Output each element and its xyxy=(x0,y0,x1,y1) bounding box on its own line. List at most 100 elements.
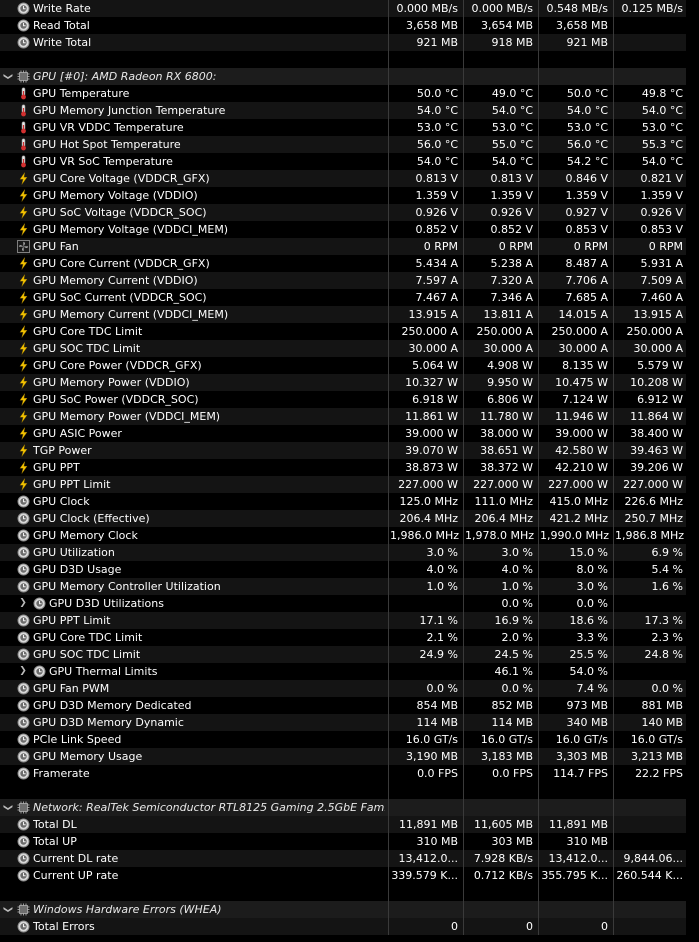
value-current: 854 MB xyxy=(416,699,458,712)
sensor-row[interactable]: ❯ GPU D3D Utilizations 0.0 % 0.0 % xyxy=(0,595,699,612)
sensor-label: GPU Memory Power (VDDCI_MEM) xyxy=(33,410,221,423)
value-maximum: 250.000 A xyxy=(551,325,608,338)
column-divider xyxy=(613,221,614,238)
group-header-network-realtek-semiconductor-[interactable]: ❯ Network: RealTek Semiconductor RTL8125 … xyxy=(0,799,699,816)
sensor-row[interactable]: PCIe Link Speed 16.0 GT/s 16.0 GT/s 16.0 GT… xyxy=(0,731,699,748)
value-minimum: 53.0 °C xyxy=(491,121,533,134)
value-maximum: 18.6 % xyxy=(569,614,608,627)
column-divider xyxy=(613,408,614,425)
value-maximum: 1.359 V xyxy=(565,189,608,202)
chevron-down-icon[interactable]: ❯ xyxy=(0,71,16,83)
sensor-row[interactable]: GPU Core Voltage (VDDCR_GFX) 0.813 V 0.813… xyxy=(0,170,699,187)
column-divider xyxy=(613,68,614,85)
sensor-row[interactable]: GPU Core Power (VDDCR_GFX) 5.064 W 4.908 W… xyxy=(0,357,699,374)
sensor-row[interactable]: GPU D3D Usage 4.0 % 4.0 % 8.0 % 5.4 % xyxy=(0,561,699,578)
sensor-row[interactable]: Write Rate 0.000 MB/s 0.000 MB/s 0.548 MB/s… xyxy=(0,0,699,17)
group-header-gpu-0-amd-radeon-rx-6800[interactable]: ❯ GPU [#0]: AMD Radeon RX 6800: xyxy=(0,68,699,85)
sensor-row[interactable]: GPU ASIC Power 39.000 W 38.000 W 39.000 W 38… xyxy=(0,425,699,442)
sensor-row[interactable]: GPU Memory Power (VDDIO) 10.327 W 9.950 W 1… xyxy=(0,374,699,391)
sensor-row[interactable]: GPU D3D Memory Dynamic 114 MB 114 MB 340 MB… xyxy=(0,714,699,731)
column-divider xyxy=(388,493,389,510)
value-maximum: 56.0 °C xyxy=(566,138,608,151)
sensor-row[interactable]: GPU Hot Spot Temperature 56.0 °C 55.0 °C 56… xyxy=(0,136,699,153)
sensor-row[interactable]: Total Errors 0 0 0 xyxy=(0,918,699,935)
sensor-row[interactable]: GPU Memory Current (VDDIO) 7.597 A 7.320 A… xyxy=(0,272,699,289)
value-current: 3,658 MB xyxy=(405,19,458,32)
sensor-row[interactable]: GPU SoC Current (VDDCR_SOC) 7.467 A 7.346 … xyxy=(0,289,699,306)
sensor-row[interactable]: GPU Memory Current (VDDCI_MEM) 13.915 A 13… xyxy=(0,306,699,323)
sensor-row[interactable]: Read Total 3,658 MB 3,654 MB 3,658 MB xyxy=(0,17,699,34)
sensor-row[interactable]: Current UP rate 339.579 K... 0.712 KB/s 355… xyxy=(0,867,699,884)
group-header-windows-hardware-errors-whea[interactable]: ❯ Windows Hardware Errors (WHEA) xyxy=(0,901,699,918)
column-divider xyxy=(613,748,614,765)
sensor-label: GPU Core TDC Limit xyxy=(33,325,143,338)
sensor-row[interactable]: GPU Memory Voltage (VDDIO) 1.359 V 1.359 V… xyxy=(0,187,699,204)
sensor-row[interactable]: GPU D3D Memory Dedicated 854 MB 852 MB 973 … xyxy=(0,697,699,714)
sensor-label: GPU Memory Current (VDDIO) xyxy=(33,274,198,287)
lightning-icon xyxy=(17,410,30,423)
sensor-row[interactable]: Write Total 921 MB 918 MB 921 MB xyxy=(0,34,699,51)
sensor-row[interactable]: GPU PPT Limit 227.000 W 227.000 W 227.000 W… xyxy=(0,476,699,493)
column-divider xyxy=(463,578,464,595)
sensor-row[interactable]: GPU Fan 0 RPM 0 RPM 0 RPM 0 RPM xyxy=(0,238,699,255)
sensor-row[interactable]: Current DL rate 13,412.0... 7.928 KB/s 13,4… xyxy=(0,850,699,867)
scrollbar[interactable] xyxy=(686,0,699,942)
value-average: 0.125 MB/s xyxy=(621,2,683,15)
value-average: 1.359 V xyxy=(640,189,683,202)
sensor-row[interactable]: GPU Clock (Effective) 206.4 MHz 206.4 MHz 4… xyxy=(0,510,699,527)
sensor-row[interactable]: GPU SOC TDC Limit 30.000 A 30.000 A 30.000 … xyxy=(0,340,699,357)
sensor-label: GPU PPT Limit xyxy=(33,614,111,627)
value-maximum: 8.0 % xyxy=(576,563,608,576)
value-maximum: 3,303 MB xyxy=(555,750,608,763)
sensor-row[interactable]: GPU Clock 125.0 MHz 111.0 MHz 415.0 MHz 226.… xyxy=(0,493,699,510)
value-average: 49.8 °C xyxy=(641,87,683,100)
sensor-row[interactable]: GPU SOC TDC Limit 24.9 % 24.5 % 25.5 % 24.8 … xyxy=(0,646,699,663)
sensor-label: Total UP xyxy=(33,835,77,848)
sensor-row[interactable]: GPU Utilization 3.0 % 3.0 % 15.0 % 6.9 % xyxy=(0,544,699,561)
column-divider xyxy=(463,187,464,204)
value-current: 227.000 W xyxy=(398,478,458,491)
column-divider xyxy=(388,850,389,867)
sensor-row[interactable]: Framerate 0.0 FPS 0.0 FPS 114.7 FPS 22.2 FPS xyxy=(0,765,699,782)
sensor-row[interactable]: GPU Core TDC Limit 250.000 A 250.000 A 250.… xyxy=(0,323,699,340)
value-average: 30.000 A xyxy=(633,342,683,355)
chevron-right-icon[interactable]: ❯ xyxy=(17,663,29,680)
sensor-row[interactable]: GPU Memory Clock 1,986.0 MHz 1,978.0 MHz 1,… xyxy=(0,527,699,544)
sensor-row[interactable]: GPU Memory Controller Utilization 1.0 % 1.… xyxy=(0,578,699,595)
sensor-row[interactable]: GPU Memory Junction Temperature 54.0 °C 54… xyxy=(0,102,699,119)
column-divider xyxy=(538,816,539,833)
sensor-row[interactable]: GPU SoC Power (VDDCR_SOC) 6.918 W 6.806 W 7… xyxy=(0,391,699,408)
sensor-row[interactable]: GPU Fan PWM 0.0 % 0.0 % 7.4 % 0.0 % xyxy=(0,680,699,697)
column-divider xyxy=(388,867,389,884)
chevron-right-icon[interactable]: ❯ xyxy=(17,595,29,612)
column-divider xyxy=(463,323,464,340)
sensor-row[interactable]: GPU Core Current (VDDCR_GFX) 5.434 A 5.238… xyxy=(0,255,699,272)
sensor-row[interactable]: Total DL 11,891 MB 11,605 MB 11,891 MB xyxy=(0,816,699,833)
sensor-row[interactable]: GPU Memory Voltage (VDDCI_MEM) 0.852 V 0.8… xyxy=(0,221,699,238)
sensor-label: GPU Memory Junction Temperature xyxy=(33,104,226,117)
clock-icon xyxy=(17,631,30,644)
sensor-row[interactable]: GPU Memory Usage 3,190 MB 3,183 MB 3,303 MB… xyxy=(0,748,699,765)
sensor-row[interactable]: GPU PPT 38.873 W 38.372 W 42.210 W 39.206 W xyxy=(0,459,699,476)
sensor-row[interactable]: GPU VR SoC Temperature 54.0 °C 54.0 °C 54.2… xyxy=(0,153,699,170)
sensor-row[interactable]: GPU PPT Limit 17.1 % 16.9 % 18.6 % 17.3 % xyxy=(0,612,699,629)
value-average: 7.509 A xyxy=(640,274,683,287)
sensor-row[interactable]: GPU Core TDC Limit 2.1 % 2.0 % 3.3 % 2.3 % xyxy=(0,629,699,646)
column-divider xyxy=(538,833,539,850)
sensor-row[interactable]: Total UP 310 MB 303 MB 310 MB xyxy=(0,833,699,850)
clock-icon xyxy=(17,869,30,882)
chevron-down-icon[interactable]: ❯ xyxy=(0,904,16,916)
sensor-row[interactable]: TGP Power 39.070 W 38.651 W 42.580 W 39.463 … xyxy=(0,442,699,459)
chevron-down-icon[interactable]: ❯ xyxy=(0,802,16,814)
value-maximum: 10.475 W xyxy=(555,376,608,389)
sensor-row[interactable]: GPU Temperature 50.0 °C 49.0 °C 50.0 °C 49.8… xyxy=(0,85,699,102)
column-divider xyxy=(463,153,464,170)
sensor-row[interactable]: GPU SoC Voltage (VDDCR_SOC) 0.926 V 0.926 … xyxy=(0,204,699,221)
column-divider xyxy=(538,544,539,561)
sensor-row[interactable]: GPU Memory Power (VDDCI_MEM) 11.861 W 11.7… xyxy=(0,408,699,425)
sensor-row[interactable]: ❯ GPU Thermal Limits 46.1 % 54.0 % xyxy=(0,663,699,680)
column-divider xyxy=(613,884,614,901)
value-current: 250.000 A xyxy=(401,325,458,338)
sensor-row[interactable]: GPU VR VDDC Temperature 53.0 °C 53.0 °C 53.… xyxy=(0,119,699,136)
value-maximum: 39.000 W xyxy=(555,427,608,440)
